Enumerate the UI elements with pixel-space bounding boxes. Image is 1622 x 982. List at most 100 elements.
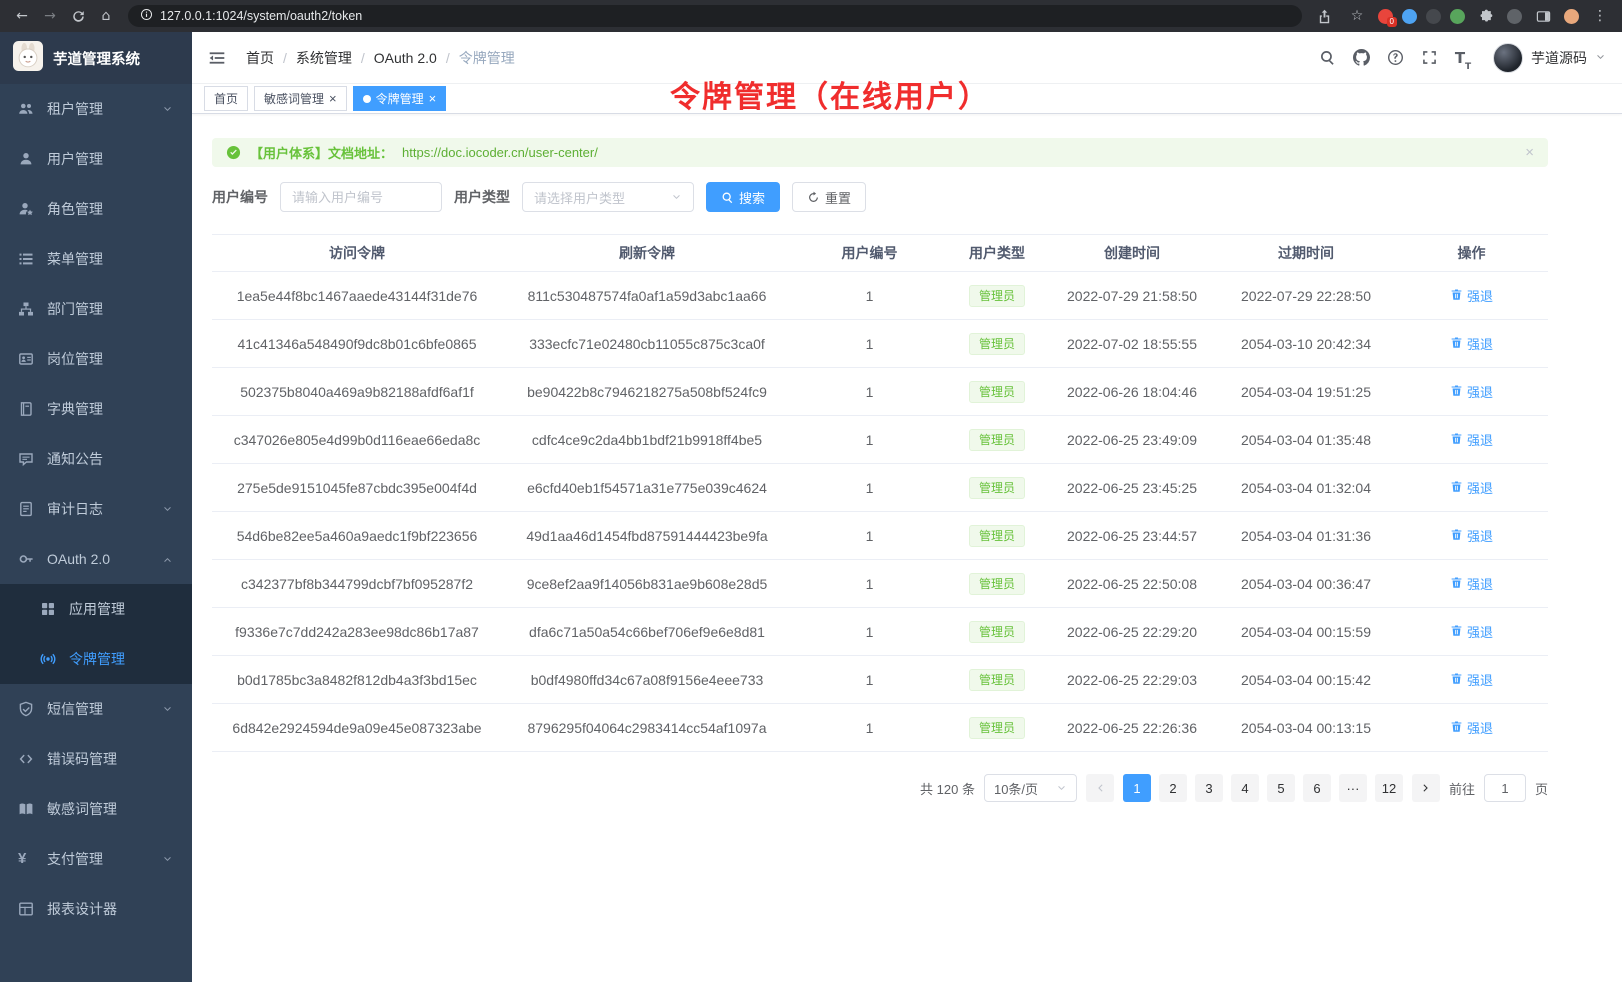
extension-green-icon[interactable]: [1450, 9, 1465, 24]
tab-close-icon[interactable]: ×: [429, 92, 437, 105]
goto-page-input[interactable]: [1484, 774, 1526, 802]
page-button-1[interactable]: 1: [1123, 774, 1151, 802]
forward-icon[interactable]: →: [38, 4, 62, 28]
reload-icon[interactable]: [66, 4, 90, 28]
breadcrumb-item-1[interactable]: 系统管理: [296, 48, 352, 68]
sidebar-item-6[interactable]: 字典管理: [0, 384, 192, 434]
sidebar-item-4[interactable]: 部门管理: [0, 284, 192, 334]
cell-user-type: 管理员: [947, 512, 1047, 560]
user-type-tag: 管理员: [969, 525, 1025, 547]
page-size-select[interactable]: 10条/页: [984, 774, 1077, 802]
cell-expire-time: 2054-03-04 00:13:15: [1217, 704, 1395, 752]
next-page-button[interactable]: [1412, 774, 1440, 802]
user-menu-caret-icon[interactable]: [1595, 52, 1606, 63]
force-logout-button[interactable]: 强退: [1450, 430, 1493, 449]
sidebar-item-9[interactable]: OAuth 2.0: [0, 534, 192, 584]
more-icon[interactable]: ⋮: [1588, 4, 1612, 28]
browser-action-icons: ☆ 0 ⋮: [1312, 4, 1612, 28]
bookmark-star-icon[interactable]: ☆: [1345, 4, 1369, 28]
address-bar[interactable]: 127.0.0.1:1024/system/oauth2/token: [128, 5, 1302, 27]
user-type-select[interactable]: 请选择用户类型: [522, 182, 694, 212]
page-button-2[interactable]: 2: [1159, 774, 1187, 802]
prev-page-button[interactable]: [1086, 774, 1114, 802]
search-button[interactable]: 搜索: [706, 182, 780, 212]
share-icon[interactable]: [1312, 4, 1336, 28]
extension-blue-icon[interactable]: [1402, 9, 1417, 24]
trash-icon: [1450, 528, 1463, 544]
force-logout-button[interactable]: 强退: [1450, 286, 1493, 305]
force-logout-button[interactable]: 强退: [1450, 526, 1493, 545]
sidebar-item-12[interactable]: 短信管理: [0, 684, 192, 734]
page-button-12[interactable]: 12: [1375, 774, 1403, 802]
tab-2[interactable]: 令牌管理 ×: [353, 86, 447, 111]
trash-icon: [1450, 432, 1463, 448]
sms-icon: [18, 701, 35, 718]
sidebar-item-1[interactable]: 用户管理: [0, 134, 192, 184]
cell-access-token: 1ea5e44f8bc1467aaede43144f31de76: [212, 272, 502, 320]
extension-red-icon[interactable]: 0: [1378, 9, 1393, 24]
alert-close-icon[interactable]: ×: [1525, 144, 1534, 161]
sidebar-item-16[interactable]: 报表设计器: [0, 884, 192, 934]
home-icon[interactable]: ⌂: [94, 4, 118, 28]
page-button-5[interactable]: 5: [1267, 774, 1295, 802]
sidebar-item-3[interactable]: 菜单管理: [0, 234, 192, 284]
column-header: 操作: [1395, 235, 1548, 272]
search-icon[interactable]: [1313, 44, 1341, 72]
tab-1[interactable]: 敏感词管理 ×: [254, 86, 347, 111]
sidebar-toggle-icon[interactable]: [208, 47, 230, 69]
side-panel-icon[interactable]: [1531, 4, 1555, 28]
user-name[interactable]: 芋道源码: [1531, 48, 1587, 68]
sidebar-item-10[interactable]: 应用管理: [0, 584, 192, 634]
force-logout-button[interactable]: 强退: [1450, 382, 1493, 401]
user-id-input[interactable]: [280, 182, 442, 212]
extension-gray-icon[interactable]: [1507, 9, 1522, 24]
site-info-icon[interactable]: [140, 8, 153, 24]
breadcrumb-item-0[interactable]: 首页: [246, 48, 274, 68]
force-logout-button[interactable]: 强退: [1450, 334, 1493, 353]
puzzle-icon[interactable]: [1474, 4, 1498, 28]
user-avatar[interactable]: [1493, 43, 1523, 73]
force-logout-button[interactable]: 强退: [1450, 574, 1493, 593]
cell-created-time: 2022-06-25 22:26:36: [1047, 704, 1217, 752]
trash-icon: [1450, 384, 1463, 400]
force-logout-button[interactable]: 强退: [1450, 478, 1493, 497]
fullscreen-icon[interactable]: [1415, 44, 1443, 72]
page-more-button[interactable]: ···: [1339, 774, 1367, 802]
profile-avatar[interactable]: [1564, 9, 1579, 24]
sidebar-item-13[interactable]: 错误码管理: [0, 734, 192, 784]
force-logout-button[interactable]: 强退: [1450, 670, 1493, 689]
sidebar-item-2[interactable]: 角色管理: [0, 184, 192, 234]
sidebar-item-7[interactable]: 通知公告: [0, 434, 192, 484]
app-logo[interactable]: 芋道管理系统: [0, 32, 192, 84]
cell-actions: 强退: [1395, 704, 1548, 752]
force-logout-button[interactable]: 强退: [1450, 622, 1493, 641]
sidebar-item-15[interactable]: ¥ 支付管理: [0, 834, 192, 884]
page-button-4[interactable]: 4: [1231, 774, 1259, 802]
alert-doc-link[interactable]: https://doc.iocoder.cn/user-center/: [402, 145, 598, 160]
table-row: 1ea5e44f8bc1467aaede43144f31de76 811c530…: [212, 272, 1548, 320]
cell-actions: 强退: [1395, 368, 1548, 416]
page-button-3[interactable]: 3: [1195, 774, 1223, 802]
sidebar-item-11[interactable]: 令牌管理: [0, 634, 192, 684]
help-icon[interactable]: [1381, 44, 1409, 72]
github-icon[interactable]: [1347, 44, 1375, 72]
font-size-icon[interactable]: TT: [1449, 44, 1477, 72]
tab-0[interactable]: 首页: [204, 86, 248, 111]
table-row: c342377bf8b344799dcbf7bf095287f2 9ce8ef2…: [212, 560, 1548, 608]
force-logout-button[interactable]: 强退: [1450, 718, 1493, 737]
post-icon: [18, 351, 35, 368]
sidebar-item-14[interactable]: 敏感词管理: [0, 784, 192, 834]
table-row: 54d6be82ee5a460a9aedc1f9bf223656 49d1aa4…: [212, 512, 1548, 560]
page-button-6[interactable]: 6: [1303, 774, 1331, 802]
sidebar-item-0[interactable]: 租户管理: [0, 84, 192, 134]
sidebar-item-8[interactable]: 审计日志: [0, 484, 192, 534]
extension-dark-icon[interactable]: [1426, 9, 1441, 24]
breadcrumb-item-2[interactable]: OAuth 2.0: [374, 50, 437, 66]
column-header: 用户编号: [792, 235, 947, 272]
reset-button[interactable]: 重置: [792, 182, 866, 212]
tab-close-icon[interactable]: ×: [329, 92, 337, 105]
role-icon: [18, 201, 35, 218]
sidebar-item-5[interactable]: 岗位管理: [0, 334, 192, 384]
table-row: c347026e805e4d99b0d116eae66eda8c cdfc4ce…: [212, 416, 1548, 464]
back-icon[interactable]: ←: [10, 4, 34, 28]
